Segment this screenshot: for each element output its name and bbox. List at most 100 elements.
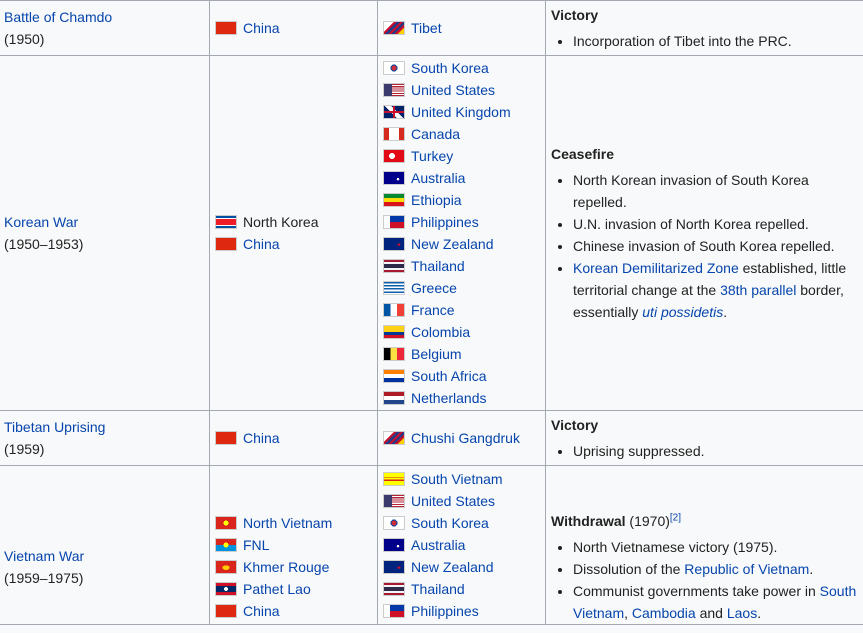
side1-cell: China — [209, 0, 378, 56]
belligerent-link[interactable]: Philippines — [411, 211, 479, 233]
belligerent-link[interactable]: Netherlands — [411, 387, 487, 409]
flag-greece-icon — [383, 281, 405, 295]
conflict-link[interactable]: Tibetan Uprising — [4, 419, 105, 435]
reference-link[interactable]: [2] — [670, 512, 681, 523]
belligerent-link[interactable]: United Kingdom — [411, 101, 511, 123]
flag-south-korea-icon — [383, 61, 405, 75]
belligerent-link[interactable]: Thailand — [411, 255, 465, 277]
belligerent-link[interactable]: South Korea — [411, 57, 489, 79]
belligerent-item: South Korea — [383, 512, 540, 534]
belligerent-link[interactable]: China — [243, 17, 280, 39]
flag-fnl-icon — [215, 538, 237, 552]
belligerent-link[interactable]: Greece — [411, 277, 457, 299]
belligerent-link[interactable]: Thailand — [411, 578, 465, 600]
side2-cell: Tibet — [377, 0, 546, 56]
belligerent-link[interactable]: South Vietnam — [411, 468, 503, 490]
belligerent-link[interactable]: Australia — [411, 167, 465, 189]
conflict-link[interactable]: Battle of Chamdo — [4, 9, 112, 25]
result-item: Communist governments take power in Sout… — [573, 580, 863, 624]
side2-cell: South Vietnam United States South Korea … — [377, 465, 546, 625]
belligerent-link[interactable]: Belgium — [411, 343, 462, 365]
belligerent-link[interactable]: United States — [411, 79, 495, 101]
result-item: Korean Demilitarized Zone established, l… — [573, 257, 863, 323]
conflict-link[interactable]: Vietnam War — [4, 548, 84, 564]
flag-south-korea-icon — [383, 516, 405, 530]
flag-belgium-icon — [383, 347, 405, 361]
result-text: , — [624, 605, 632, 621]
belligerent-link[interactable]: Australia — [411, 534, 465, 556]
belligerent-link[interactable]: Chushi Gangdruk — [411, 427, 520, 449]
belligerent-link[interactable]: FNL — [243, 534, 269, 556]
belligerent-item: United States — [383, 79, 540, 101]
conflict-link[interactable]: Korean War — [4, 214, 78, 230]
conflict-cell: Tibetan Uprising (1959) — [0, 410, 210, 466]
belligerent-item: Turkey — [383, 145, 540, 167]
laos-link[interactable]: Laos — [727, 605, 757, 621]
belligerent-link[interactable]: Colombia — [411, 321, 470, 343]
belligerent-link[interactable]: New Zealand — [411, 556, 494, 578]
uti-possidetis-link[interactable]: uti possidetis — [642, 304, 723, 320]
side2-cell: Chushi Gangdruk — [377, 410, 546, 466]
belligerent-link[interactable]: North Vietnam — [243, 512, 332, 534]
belligerent-link[interactable]: China — [243, 600, 280, 622]
flag-north-korea-icon — [215, 215, 237, 229]
result-text: . — [757, 605, 762, 621]
belligerent-link[interactable]: South Africa — [411, 365, 487, 387]
republic-of-vietnam-link[interactable]: Republic of Vietnam — [684, 561, 809, 577]
belligerent-link[interactable]: China — [243, 233, 280, 255]
dmz-link[interactable]: Korean Demilitarized Zone — [573, 260, 739, 276]
belligerent-item: Thailand — [383, 578, 540, 600]
belligerent-link[interactable]: United States — [411, 490, 495, 512]
flag-australia-icon — [383, 171, 405, 185]
flag-france-icon — [383, 303, 405, 317]
conflict-years: (1959) — [4, 441, 45, 457]
belligerent-link[interactable]: China — [243, 427, 280, 449]
result-cell: Victory Uprising suppressed. — [545, 410, 863, 466]
flag-china-icon — [215, 431, 237, 445]
result-list: North Korean invasion of South Korea rep… — [551, 169, 863, 323]
belligerent-link[interactable]: Ethiopia — [411, 189, 462, 211]
belligerent-link[interactable]: South Korea — [411, 512, 489, 534]
result-item: Chinese invasion of South Korea repelled… — [573, 235, 863, 257]
flag-turkey-icon — [383, 149, 405, 163]
result-list: Incorporation of Tibet into the PRC. — [551, 30, 863, 52]
belligerent-item: China — [215, 427, 372, 449]
result-cell: Ceasefire North Korean invasion of South… — [545, 55, 863, 411]
flag-philippines-icon — [383, 604, 405, 618]
belligerent-item: United Kingdom — [383, 101, 540, 123]
side1-cell: North Korea China — [209, 55, 378, 411]
belligerent-item: South Africa — [383, 365, 540, 387]
conflict-cell: Battle of Chamdo (1950) — [0, 0, 210, 56]
flag-china-icon — [215, 604, 237, 618]
result-item: U.N. invasion of North Korea repelled. — [573, 213, 863, 235]
belligerent-link[interactable]: Pathet Lao — [243, 578, 311, 600]
flag-thailand-icon — [383, 582, 405, 596]
result-title: Victory — [551, 7, 599, 23]
flag-usa-icon — [383, 494, 405, 508]
belligerent-link[interactable]: New Zealand — [411, 233, 494, 255]
flag-philippines-icon — [383, 215, 405, 229]
belligerent-item: Netherlands — [383, 387, 540, 409]
belligerent-link[interactable]: France — [411, 299, 455, 321]
side1-cell: North Vietnam FNL Khmer Rouge Pathet Lao… — [209, 465, 378, 625]
flag-usa-icon — [383, 83, 405, 97]
belligerent-link[interactable]: Khmer Rouge — [243, 556, 329, 578]
belligerent-link[interactable]: Tibet — [411, 17, 442, 39]
result-cell: Victory Incorporation of Tibet into the … — [545, 0, 863, 56]
belligerent-item: Belgium — [383, 343, 540, 365]
result-text: . — [723, 304, 728, 320]
flag-thailand-icon — [383, 259, 405, 273]
result-list: North Vietnamese victory (1975). Dissolu… — [551, 536, 863, 624]
belligerent-link[interactable]: Philippines — [411, 600, 479, 622]
belligerent-item: North Vietnam — [215, 512, 372, 534]
result-item: North Korean invasion of South Korea rep… — [573, 169, 863, 213]
belligerent-item: South Korea — [383, 57, 540, 79]
belligerent-link[interactable]: Canada — [411, 123, 460, 145]
38th-parallel-link[interactable]: 38th parallel — [720, 282, 796, 298]
flag-south-vietnam-icon — [383, 472, 405, 486]
cambodia-link[interactable]: Cambodia — [632, 605, 696, 621]
belligerent-name: North Korea — [243, 214, 319, 230]
belligerent-item: China — [215, 600, 372, 622]
belligerent-link[interactable]: Turkey — [411, 145, 453, 167]
belligerent-item: New Zealand — [383, 233, 540, 255]
